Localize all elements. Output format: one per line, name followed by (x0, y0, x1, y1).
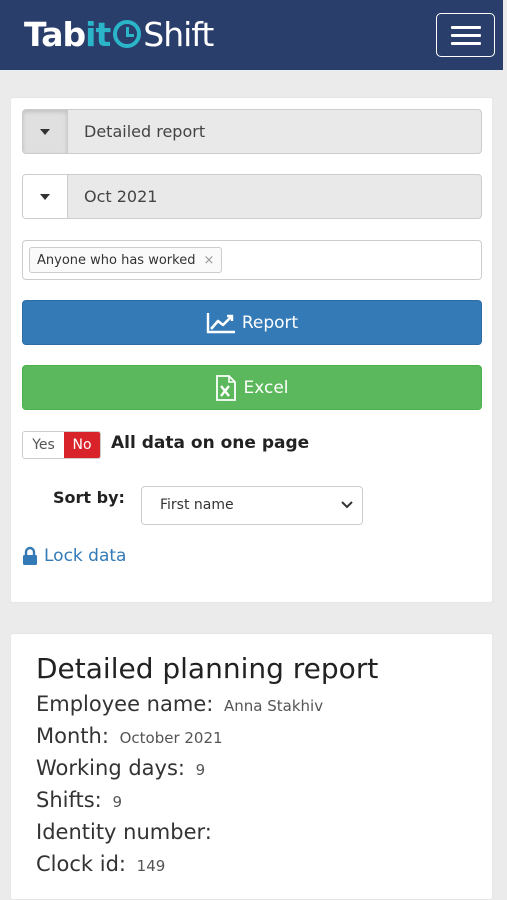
month-value: Oct 2021 (84, 187, 158, 206)
lock-icon (23, 546, 37, 565)
sort-by-select[interactable]: First name (141, 486, 363, 525)
hamburger-icon (451, 26, 481, 29)
toggle-yes[interactable]: Yes (23, 432, 64, 458)
line-chart-icon (206, 312, 235, 333)
report-label: Identity number: (36, 820, 212, 844)
report-value: 9 (112, 793, 122, 811)
report-row-working-days: Working days: 9 (36, 756, 205, 780)
month-dropdown-button[interactable] (23, 175, 68, 218)
report-type-value: Detailed report (84, 122, 206, 141)
brand-tab: Tab (24, 14, 86, 54)
brand-logo[interactable]: Tab it Shift (24, 14, 214, 54)
report-value: 9 (195, 761, 206, 779)
filter-tag: Anyone who has worked × (29, 247, 223, 273)
report-type-dropdown-button[interactable] (23, 110, 68, 153)
report-label: Shifts: (36, 788, 102, 812)
caret-down-icon (40, 194, 50, 200)
brand-it: it (85, 14, 111, 54)
hamburger-icon-bar (451, 42, 481, 45)
report-type-select[interactable]: Detailed report (22, 109, 482, 154)
all-data-one-page-toggle[interactable]: Yes No (22, 431, 101, 459)
report-value: 149 (136, 857, 166, 875)
excel-file-icon (216, 374, 237, 401)
lock-data-link[interactable]: Lock data (22, 546, 126, 566)
excel-button[interactable]: Excel (22, 365, 482, 410)
chevron-down-icon (341, 501, 353, 509)
report-label: Working days: (36, 756, 185, 780)
lock-data-label: Lock data (44, 546, 127, 566)
hamburger-icon-bar (451, 34, 481, 37)
employee-filter-input[interactable]: Anyone who has worked × (22, 240, 482, 280)
report-label: Month: (36, 724, 109, 748)
sort-by-value: First name (160, 497, 234, 513)
sort-by-label: Sort by: (53, 488, 125, 507)
month-select[interactable]: Oct 2021 (22, 174, 482, 219)
filter-tag-label: Anyone who has worked (37, 252, 196, 268)
report-button-label: Report (241, 312, 299, 333)
report-value: October 2021 (119, 729, 223, 747)
report-title: Detailed planning report (36, 652, 379, 685)
caret-down-icon (40, 129, 50, 135)
clock-icon (113, 20, 142, 48)
report-label: Employee name: (36, 692, 214, 716)
menu-toggle-button[interactable] (436, 13, 495, 57)
report-value: Anna Stakhiv (224, 697, 324, 715)
brand-shift: Shift (143, 14, 214, 54)
excel-button-label: Excel (243, 377, 289, 398)
filter-tag-remove-icon[interactable]: × (203, 253, 214, 268)
report-row-identity-number: Identity number: (36, 820, 216, 844)
report-label: Clock id: (36, 852, 126, 876)
report-controls-card (10, 97, 493, 603)
all-data-one-page-label: All data on one page (111, 433, 310, 453)
report-row-employee-name: Employee name: Anna Stakhiv (36, 692, 323, 716)
report-row-clock-id: Clock id: 149 (36, 852, 165, 876)
toggle-no[interactable]: No (64, 432, 100, 458)
report-row-shifts: Shifts: 9 (36, 788, 122, 812)
navbar: Tab it Shift (0, 0, 503, 70)
report-row-month: Month: October 2021 (36, 724, 223, 748)
report-button[interactable]: Report (22, 300, 482, 345)
